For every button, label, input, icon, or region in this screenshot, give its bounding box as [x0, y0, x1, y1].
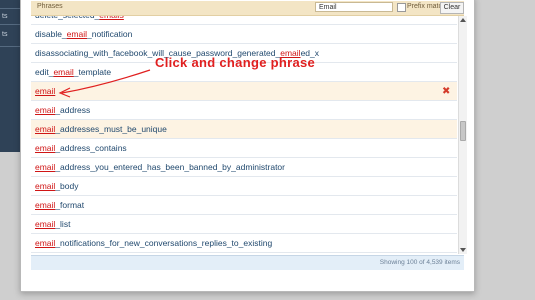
phrase-text-before: delete_selected_ — [35, 16, 99, 20]
phrase-text-after: _template — [73, 67, 112, 77]
phrase-title[interactable]: email_list — [35, 215, 70, 233]
search-match-highlight: email — [35, 181, 56, 191]
panel-title: Phrases — [37, 3, 63, 10]
search-match-highlight: email — [66, 29, 87, 39]
phrase-text-after: _address_you_entered_has_been_banned_by_… — [55, 162, 285, 172]
prefix-match-checkbox[interactable] — [397, 3, 406, 12]
phrase-title[interactable]: email_addresses_must_be_unique — [35, 120, 167, 138]
phrase-row[interactable]: email_notifications_for_new_conversation… — [31, 234, 457, 253]
scroll-up-icon[interactable] — [460, 18, 466, 22]
phrase-row[interactable]: email_list — [31, 215, 457, 234]
phrase-title[interactable]: email — [35, 82, 55, 100]
phrase-text-after: _list — [55, 219, 71, 229]
scroll-down-icon[interactable] — [460, 248, 466, 252]
phrase-text-after: _notification — [86, 29, 133, 39]
search-match-highlight: email — [35, 219, 56, 229]
phrase-title[interactable]: email_address_contains — [35, 139, 127, 157]
phrase-title[interactable]: email_notifications_for_new_conversation… — [35, 234, 272, 252]
phrase-text-before: edit_ — [35, 67, 54, 77]
search-match-highlight: email — [35, 143, 56, 153]
phrase-text-after: _address_contains — [55, 143, 127, 153]
search-match-highlight: email — [35, 86, 56, 96]
phrase-row[interactable]: email_address_you_entered_has_been_banne… — [31, 158, 457, 177]
phrase-title[interactable]: email_format — [35, 196, 84, 214]
search-match-highlight: email — [35, 124, 56, 134]
phrase-row[interactable]: email_body — [31, 177, 457, 196]
phrase-title[interactable]: email_search_criteria_explain — [35, 253, 147, 254]
search-match-highlight: email — [35, 162, 56, 172]
phrase-title[interactable]: disable_email_notification — [35, 25, 132, 43]
phrase-text-after: _address — [55, 105, 91, 115]
clear-button[interactable]: Clear — [440, 2, 464, 14]
search-match-highlight: emails — [99, 16, 124, 20]
phrase-row[interactable]: email_addresses_must_be_unique — [31, 120, 457, 139]
search-match-highlight: email — [53, 67, 74, 77]
phrase-text-after: _addresses_must_be_unique — [55, 124, 167, 134]
annotation-text: Click and change phrase — [155, 55, 316, 70]
phrases-header: Phrases Email Prefix match Clear — [31, 1, 464, 16]
sidebar-text-1: ts — [2, 13, 8, 20]
phrase-title[interactable]: edit_email_template — [35, 63, 111, 81]
search-match-highlight: email — [35, 238, 56, 248]
sidebar-text-2: ts — [2, 31, 8, 38]
phrase-row[interactable]: email_address_contains — [31, 139, 457, 158]
phrase-title[interactable]: email_address_you_entered_has_been_banne… — [35, 158, 285, 176]
search-match-highlight: email — [35, 200, 56, 210]
phrase-list: delete_selected_emailsdisable_email_noti… — [31, 16, 457, 254]
phrase-row[interactable]: email_format — [31, 196, 457, 215]
scroll-thumb[interactable] — [460, 121, 466, 141]
phrase-title[interactable]: email_body — [35, 177, 78, 195]
phrase-text-before: disable_ — [35, 29, 67, 39]
list-footer: Showing 100 of 4,539 items — [31, 255, 464, 270]
phrase-row[interactable]: email_address — [31, 101, 457, 120]
search-input[interactable]: Email — [315, 2, 393, 12]
item-count-status: Showing 100 of 4,539 items — [379, 259, 460, 266]
search-match-highlight: email — [35, 105, 56, 115]
phrase-row[interactable]: email_search_criteria_explain — [31, 253, 457, 254]
phrase-text-after: _format — [55, 200, 85, 210]
phrase-text-after: _notifications_for_new_conversations_rep… — [55, 238, 273, 248]
scrollbar[interactable] — [458, 16, 467, 254]
phrase-text-after: _body — [55, 181, 79, 191]
phrase-row[interactable]: email ✖ — [31, 82, 457, 101]
phrase-title[interactable]: email_address — [35, 101, 90, 119]
phrase-title[interactable]: delete_selected_emails — [35, 16, 124, 24]
delete-icon[interactable]: ✖ — [442, 87, 451, 97]
phrase-row[interactable]: delete_selected_emails — [31, 16, 457, 25]
phrase-row[interactable]: disable_email_notification — [31, 25, 457, 44]
phrases-panel: Phrases Email Prefix match Clear delete_… — [20, 0, 475, 292]
